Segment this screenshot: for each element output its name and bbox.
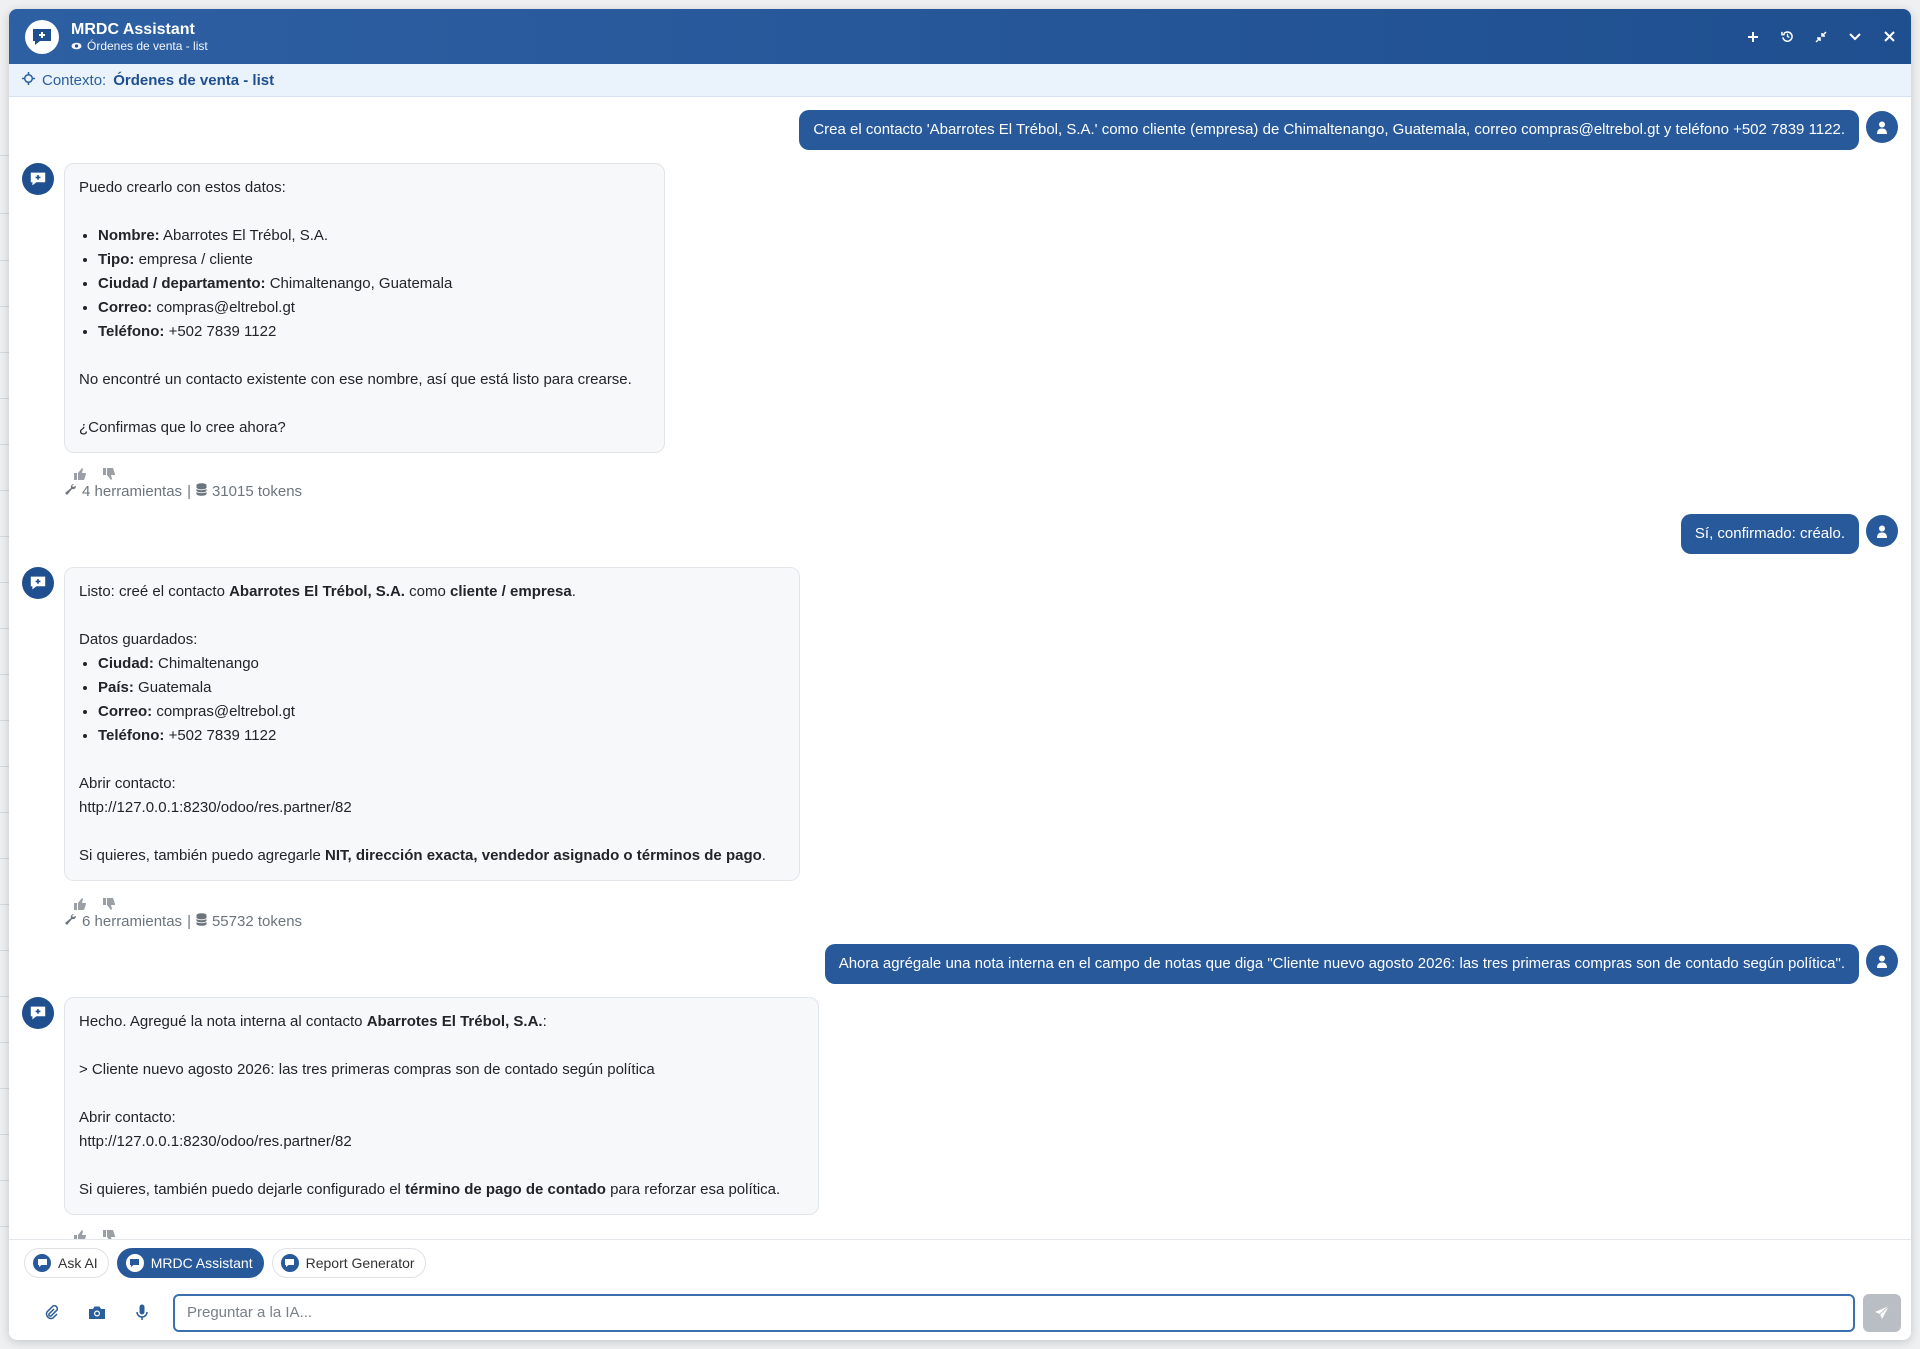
title-bar: MRDC Assistant Órdenes de venta - list: [9, 9, 1911, 64]
eye-icon: [71, 39, 82, 54]
close-icon[interactable]: [1881, 29, 1897, 45]
send-icon: [1875, 1305, 1890, 1319]
message-text: Datos guardados:: [79, 631, 198, 648]
crosshair-icon: [22, 71, 35, 89]
chat-icon: [280, 1253, 299, 1272]
token-count: 55732 tokens: [211, 913, 303, 930]
thumbs-up-icon[interactable]: [73, 897, 89, 913]
chat-icon: [33, 1253, 51, 1272]
user-avatar-icon: [1866, 945, 1898, 977]
user-message: Sí, confirmado: créalo.: [1680, 514, 1859, 554]
message-text: ¿Confirmas que lo cree ahora?: [79, 419, 286, 436]
list-item: Correo: compras@eltrebol.gt: [98, 700, 785, 724]
chat-input[interactable]: [173, 1293, 1855, 1332]
tools-count: 6 herramientas: [82, 913, 183, 930]
thumbs-down-icon[interactable]: [102, 1229, 118, 1239]
tools-count: 4 herramientas: [82, 483, 183, 500]
feedback-controls: [73, 897, 118, 913]
assistant-message: Puedo crearlo con estos datos: Nombre: A…: [64, 163, 665, 453]
tab-ask-ai[interactable]: Ask AI: [24, 1247, 109, 1278]
attach-icon[interactable]: [29, 1294, 74, 1332]
list-item: Nombre: Abarrotes El Trébol, S.A.: [98, 224, 650, 248]
assistant-avatar-icon: [22, 567, 54, 599]
meta-separator: |: [187, 913, 191, 930]
wrench-icon: [64, 483, 77, 500]
list-item: Tipo: empresa / cliente: [98, 248, 650, 272]
compress-icon[interactable]: [1813, 29, 1829, 45]
data-list: Nombre: Abarrotes El Trébol, S.A. Tipo: …: [98, 224, 650, 344]
history-icon[interactable]: [1779, 29, 1795, 45]
feedback-controls: [73, 1229, 118, 1239]
tab-label: Ask AI: [58, 1254, 98, 1271]
context-bar: Contexto: Órdenes de venta - list: [9, 64, 1911, 97]
data-list: Ciudad: Chimaltenango País: Guatemala Co…: [98, 652, 785, 748]
wrench-icon: [64, 913, 77, 930]
list-item: Ciudad / departamento: Chimaltenango, Gu…: [98, 272, 650, 296]
assistant-message: Listo: creé el contacto Abarrotes El Tré…: [64, 567, 800, 881]
minimize-icon[interactable]: [1847, 29, 1863, 45]
window-subtitle: Órdenes de venta - list: [71, 39, 208, 54]
list-item: Teléfono: +502 7839 1122: [98, 320, 650, 344]
tab-label: MRDC Assistant: [150, 1254, 253, 1271]
message-meta: 6 herramientas | 55732 tokens: [64, 913, 302, 930]
assistant-tabs: Ask AI MRDC Assistant Report Generator: [9, 1239, 1911, 1285]
thumbs-up-icon[interactable]: [73, 467, 89, 483]
list-item: Teléfono: +502 7839 1122: [98, 724, 785, 748]
database-icon: [196, 483, 207, 500]
message-text: Hecho. Agregué la nota interna al contac…: [79, 1013, 547, 1030]
assistant-avatar-icon: [22, 997, 54, 1029]
thumbs-down-icon[interactable]: [102, 467, 118, 483]
tab-label: Report Generator: [305, 1254, 415, 1271]
message-text: Si quieres, también puedo agregarle NIT,…: [79, 847, 766, 864]
message-text: Abrir contacto:: [79, 775, 176, 792]
user-message: Crea el contacto 'Abarrotes El Trébol, S…: [799, 110, 1859, 150]
feedback-controls: [73, 467, 118, 483]
assistant-window: MRDC Assistant Órdenes de venta - list C…: [9, 9, 1911, 1340]
assistant-avatar-icon: [22, 163, 54, 195]
meta-separator: |: [187, 483, 191, 500]
contact-link[interactable]: http://127.0.0.1:8230/odoo/res.partner/8…: [79, 1130, 804, 1154]
chat-icon: [125, 1253, 144, 1272]
assistant-message: Hecho. Agregué la nota interna al contac…: [64, 997, 819, 1215]
message-text: Si quieres, también puedo dejarle config…: [79, 1181, 781, 1198]
list-item: Correo: compras@eltrebol.gt: [98, 296, 650, 320]
user-message: Ahora agrégale una nota interna en el ca…: [824, 944, 1859, 984]
tab-mrdc-assistant[interactable]: MRDC Assistant: [116, 1247, 264, 1278]
new-chat-icon[interactable]: [1745, 29, 1761, 45]
contact-link[interactable]: http://127.0.0.1:8230/odoo/res.partner/8…: [79, 796, 785, 820]
tab-report-generator[interactable]: Report Generator: [271, 1247, 426, 1278]
message-text: Abrir contacto:: [79, 1109, 176, 1126]
token-count: 31015 tokens: [211, 483, 303, 500]
window-title: MRDC Assistant: [71, 20, 195, 38]
camera-icon[interactable]: [74, 1294, 119, 1332]
user-avatar-icon: [1866, 515, 1898, 547]
database-icon: [196, 913, 207, 930]
subtitle-text: Órdenes de venta - list: [87, 38, 208, 53]
send-button[interactable]: [1863, 1293, 1901, 1332]
message-text: Puedo crearlo con estos datos:: [79, 179, 286, 196]
chat-area[interactable]: Crea el contacto 'Abarrotes El Trébol, S…: [9, 97, 1911, 1239]
message-text: Listo: creé el contacto Abarrotes El Tré…: [79, 583, 576, 600]
microphone-icon[interactable]: [119, 1294, 164, 1332]
thumbs-up-icon[interactable]: [73, 1229, 89, 1239]
composer: [9, 1285, 1911, 1340]
user-avatar-icon: [1866, 111, 1898, 143]
list-item: País: Guatemala: [98, 676, 785, 700]
context-value: Órdenes de venta - list: [113, 71, 275, 89]
message-meta: 4 herramientas | 31015 tokens: [64, 483, 302, 500]
quoted-note: > Cliente nuevo agosto 2026: las tres pr…: [79, 1061, 655, 1078]
thumbs-down-icon[interactable]: [102, 897, 118, 913]
assistant-logo-icon: [25, 19, 59, 54]
list-item: Ciudad: Chimaltenango: [98, 652, 785, 676]
message-text: No encontré un contacto existente con es…: [79, 371, 632, 388]
context-label: Contexto:: [42, 71, 107, 89]
